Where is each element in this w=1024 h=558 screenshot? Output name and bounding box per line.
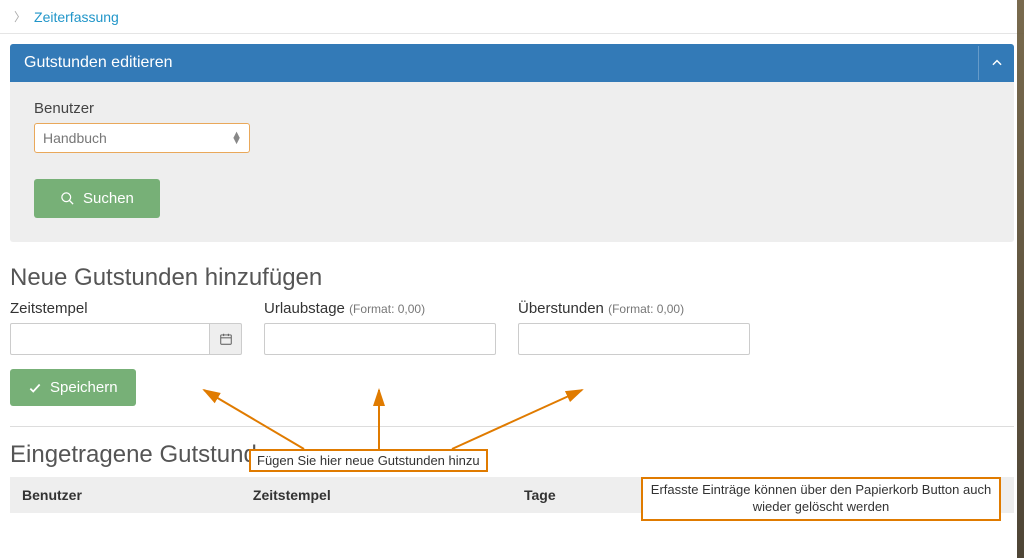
search-button-label: Suchen xyxy=(83,190,134,207)
annotation-delete-hint: Erfasste Einträge können über den Papier… xyxy=(641,477,1001,521)
collapse-button[interactable] xyxy=(978,46,1014,80)
overtime-label: Überstunden (Format: 0,00) xyxy=(518,300,750,317)
user-select[interactable]: Handbuch xyxy=(34,123,250,153)
overtime-input[interactable] xyxy=(518,323,750,355)
search-icon xyxy=(60,191,75,206)
divider xyxy=(10,426,1014,427)
search-button[interactable]: Suchen xyxy=(34,179,160,218)
decorative-strip xyxy=(1017,0,1024,558)
breadcrumb-link-zeiterfassung[interactable]: Zeiterfassung xyxy=(34,9,119,25)
add-heading: Neue Gutstunden hinzufügen xyxy=(10,264,1014,292)
col-timestamp: Zeitstempel xyxy=(241,477,512,513)
save-button[interactable]: Speichern xyxy=(10,369,136,406)
timestamp-label: Zeitstempel xyxy=(10,300,242,317)
user-label: Benutzer xyxy=(34,100,990,117)
breadcrumb: 〉 Zeiterfassung xyxy=(0,0,1024,34)
vacation-input[interactable] xyxy=(264,323,496,355)
panel-title: Gutstunden editieren xyxy=(24,54,173,72)
chevron-up-icon xyxy=(990,56,1004,70)
check-icon xyxy=(28,381,42,395)
panel-header[interactable]: Gutstunden editieren xyxy=(10,44,1014,82)
timestamp-input[interactable] xyxy=(10,323,210,355)
list-heading: Eingetragene Gutstunden xyxy=(10,441,1014,469)
panel-gutstunden-editieren: Gutstunden editieren Benutzer Handbuch ▲… xyxy=(10,44,1014,242)
calendar-icon xyxy=(219,332,233,346)
vacation-label: Urlaubstage (Format: 0,00) xyxy=(264,300,496,317)
col-user: Benutzer xyxy=(10,477,241,513)
save-button-label: Speichern xyxy=(50,379,118,396)
chevron-right-icon: 〉 xyxy=(14,8,26,25)
annotation-add-hint: Fügen Sie hier neue Gutstunden hinzu xyxy=(249,449,488,472)
add-form: Zeitstempel Urlaubstage (Format: 0,00) Ü… xyxy=(10,300,1014,355)
calendar-button[interactable] xyxy=(210,323,242,355)
